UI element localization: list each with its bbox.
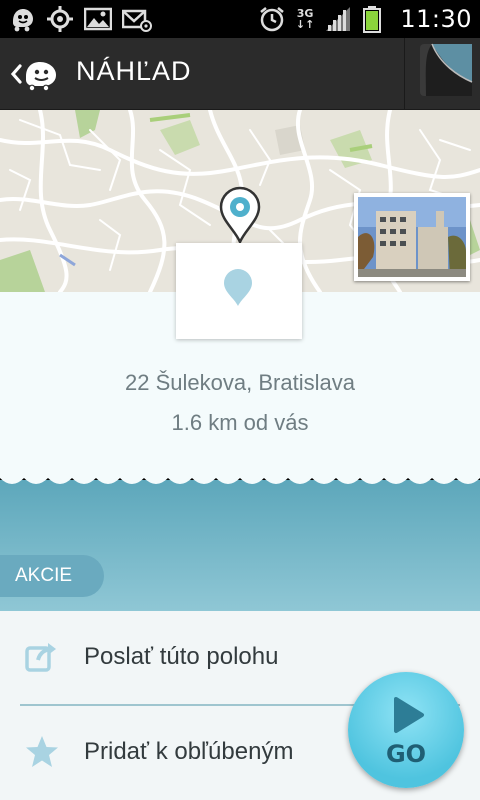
email-icon (121, 5, 152, 33)
place-category-card (176, 243, 302, 339)
address-line: 22 Šulekova, Bratislava (125, 370, 355, 395)
battery-icon (362, 5, 390, 33)
distance-text: 1.6 km od vás (171, 410, 309, 435)
wave-divider (0, 470, 480, 484)
play-icon (394, 697, 424, 733)
go-label: GO (385, 740, 427, 768)
page-title: NÁHĽAD (76, 56, 192, 86)
place-photo[interactable] (354, 193, 470, 281)
clock: 11:30 (400, 5, 472, 33)
building-photo (358, 197, 466, 277)
send-location-label: Poslať túto polohu (84, 643, 279, 670)
alarm-icon (258, 5, 286, 33)
waze-icon (8, 5, 36, 33)
share-icon (24, 639, 60, 675)
add-favorite-label: Pridať k obľúbeným (84, 738, 294, 765)
signal-icon (324, 5, 352, 33)
go-button[interactable]: GO (348, 672, 464, 788)
action-bar: NÁHĽAD (0, 38, 480, 110)
back-chevron-icon (10, 62, 56, 92)
action-bar-divider (404, 38, 405, 110)
actions-section-label: AKCIE (0, 555, 104, 597)
location-pin-icon (219, 186, 261, 246)
picture-icon (83, 5, 113, 33)
star-icon (24, 734, 60, 770)
back-button[interactable] (6, 56, 66, 92)
location-marker-icon (224, 269, 252, 306)
gps-icon (46, 5, 74, 33)
status-bar: 3G ↓↑ 11:30 (0, 0, 480, 38)
map-corner-button[interactable] (418, 42, 474, 98)
page-curl-icon (420, 43, 473, 96)
network-type-label: 3G ↓↑ (295, 7, 315, 31)
